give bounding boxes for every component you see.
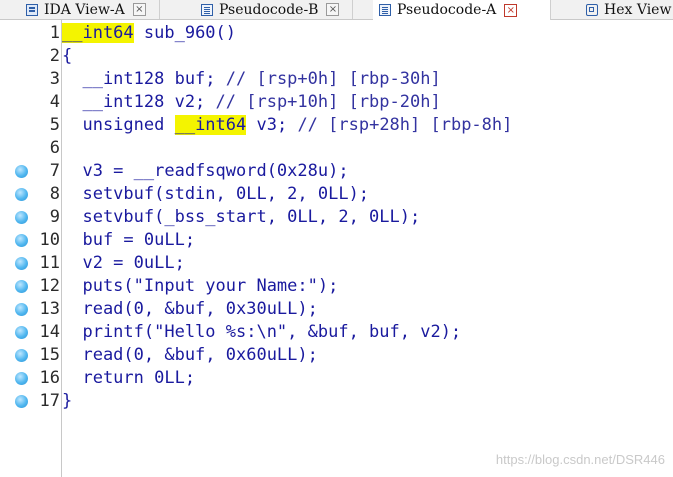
tab-pseudocode-b[interactable]: Pseudocode-B × — [195, 0, 353, 19]
gutter-row: 7 — [0, 160, 62, 183]
code-line-10[interactable]: buf = 0uLL; — [62, 229, 195, 252]
gutter-row: 16 — [0, 367, 62, 390]
type-keyword-highlight: __int64 — [62, 23, 134, 43]
line-number: 5 — [49, 115, 60, 135]
breakpoint-dot-icon[interactable] — [15, 349, 28, 362]
gutter-row: 11 — [0, 252, 62, 275]
line-number: 12 — [39, 276, 60, 296]
gutter-row: 17 — [0, 390, 62, 413]
gutter-row: 4 — [0, 91, 62, 114]
pseudocode-icon — [379, 4, 391, 16]
breakpoint-dot-icon[interactable] — [15, 280, 28, 293]
gutter-row: 3 — [0, 68, 62, 91]
line-number: 10 — [39, 230, 60, 250]
line-number: 17 — [39, 391, 60, 411]
line-number: 15 — [39, 345, 60, 365]
code-line-14[interactable]: printf("Hello %s:\n", &buf, buf, v2); — [62, 321, 461, 344]
gutter-row: 8 — [0, 183, 62, 206]
code-line-3[interactable]: __int128 buf; // [rsp+0h] [rbp-30h] — [62, 68, 441, 91]
gutter-row: 9 — [0, 206, 62, 229]
breakpoint-dot-icon[interactable] — [15, 257, 28, 270]
close-icon[interactable]: × — [132, 3, 146, 16]
code-line-8[interactable]: setvbuf(stdin, 0LL, 2, 0LL); — [62, 183, 369, 206]
close-icon[interactable]: × — [504, 3, 518, 17]
tab-bar: IDA View-A × Pseudocode-B × Pseudocode-A… — [0, 0, 673, 20]
line-number: 6 — [49, 138, 60, 158]
line-number: 4 — [49, 92, 60, 112]
pseudocode-icon — [201, 3, 213, 16]
tab-label: Hex View — [604, 1, 672, 18]
pseudocode-view[interactable]: __int64 sub_960() { __int128 buf; // [rs… — [62, 20, 673, 477]
comment: // [rsp+28h] [rbp-8h] — [297, 115, 513, 135]
code-line-15[interactable]: read(0, &buf, 0x60uLL); — [62, 344, 317, 367]
gutter-row: 1 — [0, 22, 62, 45]
breakpoint-dot-icon[interactable] — [15, 372, 28, 385]
line-number: 16 — [39, 368, 60, 388]
watermark: https://blog.csdn.net/DSR446 — [495, 452, 665, 467]
code-line-1[interactable]: __int64 sub_960() — [62, 22, 236, 45]
breakpoint-dot-icon[interactable] — [15, 188, 28, 201]
tab-pseudocode-a[interactable]: Pseudocode-A × — [373, 0, 551, 20]
line-number: 13 — [39, 299, 60, 319]
gutter-row: 2 — [0, 45, 62, 68]
code-line-11[interactable]: v2 = 0uLL; — [62, 252, 184, 275]
line-number: 1 — [49, 23, 60, 43]
code-line-13[interactable]: read(0, &buf, 0x30uLL); — [62, 298, 317, 321]
tab-label: IDA View-A — [44, 1, 125, 18]
line-number: 2 — [49, 46, 60, 66]
gutter-row: 12 — [0, 275, 62, 298]
code-line-9[interactable]: setvbuf(_bss_start, 0LL, 2, 0LL); — [62, 206, 420, 229]
tab-label: Pseudocode-B — [219, 1, 319, 18]
gutter-row: 5 — [0, 114, 62, 137]
line-number: 11 — [39, 253, 60, 273]
hex-view-icon — [586, 3, 598, 16]
breakpoint-dot-icon[interactable] — [15, 211, 28, 224]
code-line-12[interactable]: puts("Input your Name:"); — [62, 275, 338, 298]
breakpoint-dot-icon[interactable] — [15, 395, 28, 408]
line-number: 9 — [49, 207, 60, 227]
gutter-row: 15 — [0, 344, 62, 367]
tab-hex-view[interactable]: Hex View — [580, 0, 673, 19]
breakpoint-dot-icon[interactable] — [15, 303, 28, 316]
comment: // [rsp+0h] [rbp-30h] — [225, 69, 441, 89]
ida-view-icon — [26, 3, 38, 16]
gutter-row: 14 — [0, 321, 62, 344]
code-line-2[interactable]: { — [62, 45, 72, 68]
code-line-17[interactable]: } — [62, 390, 72, 413]
breakpoint-dot-icon[interactable] — [15, 165, 28, 178]
line-number: 3 — [49, 69, 60, 89]
line-number-gutter: 1 2 3 4 5 6 7 8 9 10 11 12 13 14 15 16 17 — [0, 20, 62, 477]
comment: // [rsp+10h] [rbp-20h] — [215, 92, 441, 112]
code-line-5[interactable]: unsigned __int64 v3; // [rsp+28h] [rbp-8… — [62, 114, 512, 137]
code-line-16[interactable]: return 0LL; — [62, 367, 195, 390]
line-number: 14 — [39, 322, 60, 342]
tab-ida-view-a[interactable]: IDA View-A × — [20, 0, 160, 19]
close-icon[interactable]: × — [326, 3, 340, 16]
code-line-7[interactable]: v3 = __readfsqword(0x28u); — [62, 160, 348, 183]
line-number: 7 — [49, 161, 60, 181]
code-line-4[interactable]: __int128 v2; // [rsp+10h] [rbp-20h] — [62, 91, 441, 114]
line-number: 8 — [49, 184, 60, 204]
tab-label: Pseudocode-A — [397, 2, 497, 18]
gutter-row: 13 — [0, 298, 62, 321]
gutter-row: 10 — [0, 229, 62, 252]
breakpoint-dot-icon[interactable] — [15, 234, 28, 247]
breakpoint-dot-icon[interactable] — [15, 326, 28, 339]
gutter-row: 6 — [0, 137, 62, 160]
type-keyword-highlight: __int64 — [174, 115, 247, 135]
